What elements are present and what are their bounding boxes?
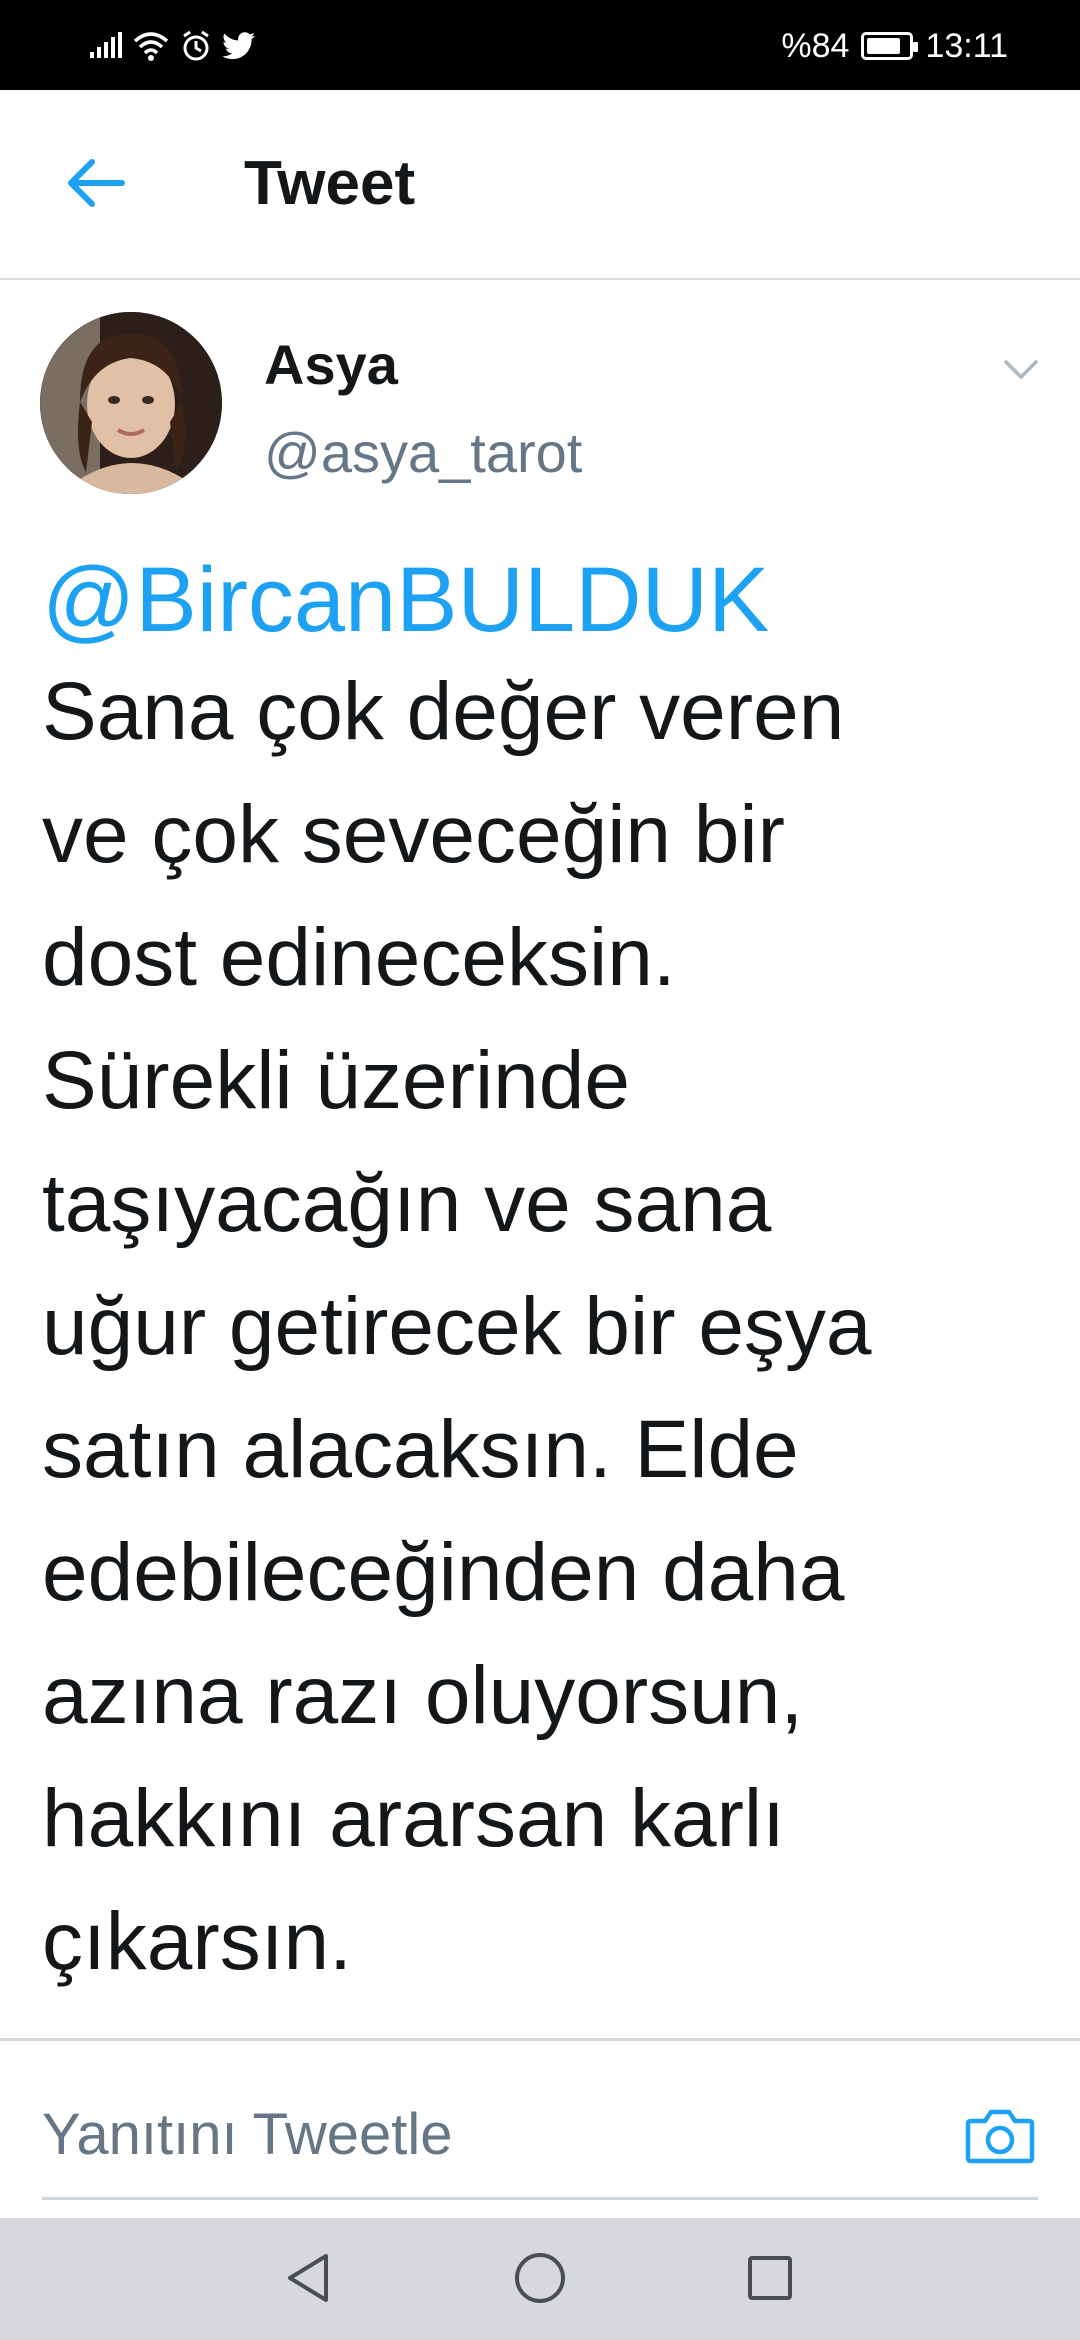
system-nav-bar — [0, 2218, 1080, 2340]
reply-composer: Yanıtını Tweetle — [0, 2038, 1080, 2221]
app-header: Tweet — [0, 90, 1080, 280]
reply-underline — [42, 2197, 1038, 2200]
back-arrow-icon — [68, 159, 125, 207]
tweet-text-line: Sana çok değer veren — [42, 666, 845, 757]
nav-home-button[interactable] — [508, 2246, 572, 2310]
tweet-text-line: Sürekli üzerinde — [42, 1035, 630, 1126]
circle-home-icon — [515, 2253, 565, 2303]
triangle-back-icon — [288, 2254, 328, 2302]
author-name[interactable]: Asya — [264, 332, 398, 397]
tweet-text-line: satın alacaksın. Elde — [42, 1404, 799, 1495]
alarm-icon — [183, 30, 209, 61]
avatar[interactable] — [40, 312, 222, 494]
status-bar: %84 13:11 — [0, 0, 1080, 90]
battery-percent: %84 — [781, 26, 850, 65]
clock: 13:11 — [925, 26, 1008, 65]
mention-link[interactable]: @BircanBULDUK — [42, 550, 1052, 650]
avatar-image — [40, 312, 222, 494]
tweet-text-line: azına razı oluyorsun, — [42, 1650, 804, 1741]
tweet-menu-button[interactable] — [996, 350, 1046, 390]
page-title: Tweet — [244, 149, 416, 218]
author-handle[interactable]: @asya_tarot — [264, 420, 582, 485]
twitter-icon — [222, 32, 255, 60]
tweet-text-line: ve çok seveceğin bir — [42, 789, 785, 880]
tweet-text: @BircanBULDUK Sana çok değer veren ve ço… — [42, 550, 1052, 2003]
camera-icon — [965, 2109, 1035, 2164]
tweet-text-line: hakkını ararsan karlı — [42, 1773, 785, 1864]
tweet-text-line: dost edineceksin. — [42, 912, 676, 1003]
nav-back-button[interactable] — [276, 2246, 340, 2310]
chevron-down-icon — [1004, 360, 1038, 379]
camera-button[interactable] — [960, 2099, 1040, 2171]
square-recents-icon — [748, 2256, 792, 2300]
wifi-icon — [133, 32, 169, 61]
status-icons-left — [88, 26, 256, 66]
reply-input[interactable]: Yanıtını Tweetle — [42, 2101, 453, 2168]
tweet-text-line: taşıyacağın ve sana — [42, 1158, 772, 1249]
tweet-text-line: edebileceğinden daha — [42, 1527, 845, 1618]
battery-level — [867, 38, 901, 54]
tweet-text-line: çıkarsın. — [42, 1896, 352, 1987]
nav-recents-button[interactable] — [738, 2246, 802, 2310]
status-icons-right: %84 13:11 — [781, 24, 1008, 68]
tweet-text-line: uğur getirecek bir eşya — [42, 1281, 872, 1372]
back-button[interactable] — [58, 150, 134, 216]
battery-icon — [861, 32, 919, 60]
signal-icon — [90, 32, 122, 58]
tweet-author: Asya @asya_tarot — [0, 280, 1080, 520]
